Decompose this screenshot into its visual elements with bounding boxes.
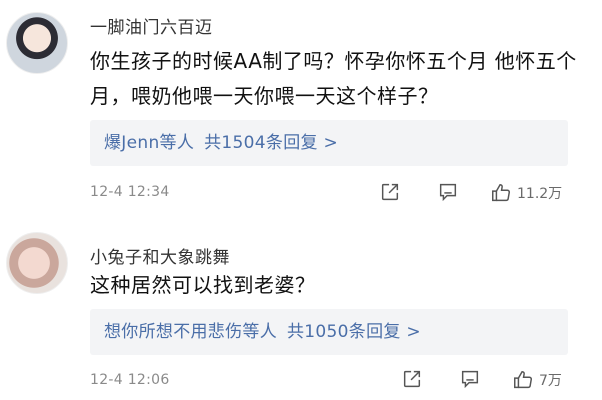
- reply-count: 共1504条回复 >: [204, 133, 339, 153]
- reply-names: 想你所想不用悲伤等人: [104, 322, 277, 342]
- reply-names: 爆Jenn等人: [104, 133, 195, 153]
- thumbs-up-icon: [514, 371, 532, 389]
- share-icon: [403, 370, 421, 388]
- replies-link[interactable]: 爆Jenn等人 共1504条回复 >: [90, 120, 568, 166]
- avatar[interactable]: [6, 12, 68, 74]
- comment-button[interactable]: [459, 368, 481, 392]
- comment-item: 一脚油门六百迈 你生孩子的时候AA制了吗？怀孕你怀五个月 他怀五个月，喂奶他喂一…: [0, 0, 602, 215]
- username[interactable]: 小兔子和大象跳舞: [90, 243, 230, 268]
- comment-button[interactable]: [437, 181, 459, 205]
- comment-item: 小兔子和大象跳舞 这种居然可以找到老婆？ 想你所想不用悲伤等人 共1050条回复 …: [0, 215, 602, 400]
- replies-link[interactable]: 想你所想不用悲伤等人 共1050条回复 >: [90, 309, 568, 355]
- comment-text: 这种居然可以找到老婆？: [90, 273, 316, 297]
- share-button[interactable]: [401, 368, 423, 392]
- comment-icon: [439, 183, 457, 202]
- comment-icon: [461, 370, 479, 389]
- username[interactable]: 一脚油门六百迈: [90, 13, 213, 38]
- reply-count: 共1050条回复 >: [287, 322, 421, 342]
- thumbs-up-icon: [492, 184, 510, 202]
- like-button[interactable]: 7万: [512, 368, 562, 392]
- share-button[interactable]: [379, 181, 401, 205]
- like-count: 11.2万: [517, 186, 563, 202]
- like-count: 7万: [539, 373, 562, 389]
- share-icon: [381, 183, 399, 201]
- like-button[interactable]: 11.2万: [490, 181, 562, 205]
- comment-text: 你生孩子的时候AA制了吗？怀孕你怀五个月 他怀五个月，喂奶他喂一天你喂一天这个样…: [90, 49, 577, 108]
- avatar[interactable]: [6, 232, 68, 294]
